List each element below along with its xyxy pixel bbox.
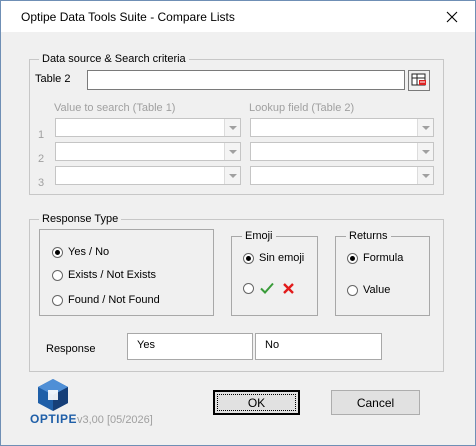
- version-text: v3,00 [05/2026]: [77, 414, 153, 426]
- chevron-down-icon: [224, 143, 240, 160]
- data-source-legend: Data source & Search criteria: [39, 52, 189, 66]
- window-title: Optipe Data Tools Suite - Compare Lists: [21, 10, 235, 24]
- data-source-group: Data source & Search criteria Table 2 Va…: [29, 52, 444, 195]
- chevron-down-icon: [417, 119, 433, 136]
- value-to-search-combo-3[interactable]: [55, 166, 241, 185]
- logo-text: OPTIPE: [30, 412, 78, 426]
- returns-legend: Returns: [346, 229, 391, 243]
- focus-rectangle: [217, 394, 296, 411]
- radio-yes-no[interactable]: Yes / No: [52, 246, 109, 258]
- response-true-field[interactable]: Yes: [127, 333, 253, 360]
- radio-button[interactable]: [243, 252, 254, 264]
- returns-box: Returns Formula Value: [335, 229, 430, 316]
- response-false-field[interactable]: No: [255, 333, 382, 360]
- response-type-legend: Response Type: [39, 212, 122, 226]
- emoji-box: Emoji Sin emoji: [231, 229, 318, 316]
- value-to-search-combo-2[interactable]: [55, 142, 241, 161]
- lookup-field-header: Lookup field (Table 2): [249, 102, 355, 114]
- radio-found-not-found[interactable]: Found / Not Found: [52, 294, 160, 306]
- emoji-legend: Emoji: [242, 229, 276, 243]
- optipe-logo: [33, 377, 73, 413]
- close-icon: [446, 11, 458, 22]
- row-number-2: 2: [38, 153, 45, 165]
- row-number-3: 3: [38, 177, 45, 189]
- lookup-field-combo-3[interactable]: [250, 166, 434, 185]
- response-type-group: Response Type Yes / No Exists / Not Exis…: [29, 212, 444, 372]
- radio-sin-emoji[interactable]: Sin emoji: [243, 252, 304, 264]
- radio-button[interactable]: [52, 246, 63, 258]
- table2-range-input[interactable]: [87, 70, 405, 90]
- response-options-box: Yes / No Exists / Not Exists Found / Not…: [39, 229, 214, 316]
- response-label: Response: [46, 343, 96, 355]
- compare-lists-dialog: Optipe Data Tools Suite - Compare Lists …: [0, 0, 476, 446]
- radio-emoji-check-cross[interactable]: [243, 281, 295, 295]
- check-icon: [260, 282, 274, 294]
- radio-button[interactable]: [52, 294, 63, 306]
- chevron-down-icon: [224, 167, 240, 184]
- range-select-icon: [411, 73, 426, 86]
- radio-exists-not-exists[interactable]: Exists / Not Exists: [52, 269, 156, 281]
- radio-button[interactable]: [347, 284, 358, 296]
- select-range-button[interactable]: [408, 70, 430, 91]
- chevron-down-icon: [224, 119, 240, 136]
- radio-value[interactable]: Value: [347, 284, 390, 296]
- ok-button[interactable]: OK: [213, 390, 300, 415]
- chevron-down-icon: [417, 143, 433, 160]
- chevron-down-icon: [417, 167, 433, 184]
- close-button[interactable]: [429, 1, 475, 32]
- row-number-1: 1: [38, 129, 45, 141]
- radio-button[interactable]: [52, 269, 63, 281]
- cross-icon: [283, 282, 294, 294]
- radio-button[interactable]: [243, 282, 254, 294]
- optipe-logo-icon: [38, 379, 68, 411]
- title-bar: Optipe Data Tools Suite - Compare Lists: [1, 1, 475, 32]
- table2-label: Table 2: [35, 73, 71, 85]
- lookup-field-combo-1[interactable]: [250, 118, 434, 137]
- radio-button[interactable]: [347, 252, 358, 264]
- lookup-field-combo-2[interactable]: [250, 142, 434, 161]
- cancel-button[interactable]: Cancel: [331, 390, 420, 415]
- value-to-search-header: Value to search (Table 1): [54, 102, 176, 114]
- radio-formula[interactable]: Formula: [347, 252, 403, 264]
- value-to-search-combo-1[interactable]: [55, 118, 241, 137]
